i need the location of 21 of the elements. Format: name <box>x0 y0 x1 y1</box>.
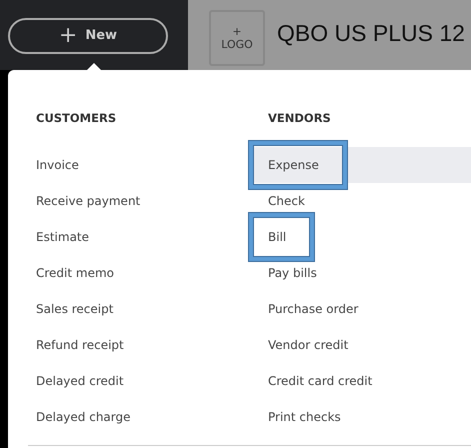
menu-heading: VENDORS <box>267 110 332 127</box>
menu-item[interactable]: Bill <box>249 213 314 261</box>
menu-item[interactable]: Check <box>268 192 305 210</box>
menu-item[interactable]: Vendor credit <box>268 336 348 354</box>
menu-item[interactable]: Print checks <box>268 408 341 426</box>
menu-item[interactable]: Delayed credit <box>36 372 124 390</box>
menu-item[interactable]: Invoice <box>36 156 79 174</box>
menu-item[interactable]: Pay bills <box>268 264 317 282</box>
menu-item[interactable]: Purchase order <box>268 300 358 318</box>
menu-item[interactable]: Receive payment <box>36 192 140 210</box>
menu-item[interactable]: Estimate <box>36 228 90 246</box>
menu-item[interactable]: Expense <box>249 141 347 189</box>
company-name: QBO US PLUS 12 <box>277 19 465 48</box>
menu-item[interactable]: Refund receipt <box>36 336 124 354</box>
menu-item[interactable]: Sales receipt <box>36 300 114 318</box>
menu-item[interactable]: Credit memo <box>36 264 114 282</box>
menu-heading: CUSTOMERS <box>35 110 118 127</box>
menu-item[interactable]: Credit card credit <box>268 372 372 390</box>
logo-placeholder[interactable]: + LOGO <box>209 10 265 66</box>
new-button[interactable]: + New <box>8 18 168 54</box>
menu-item[interactable]: Delayed charge <box>36 408 131 426</box>
